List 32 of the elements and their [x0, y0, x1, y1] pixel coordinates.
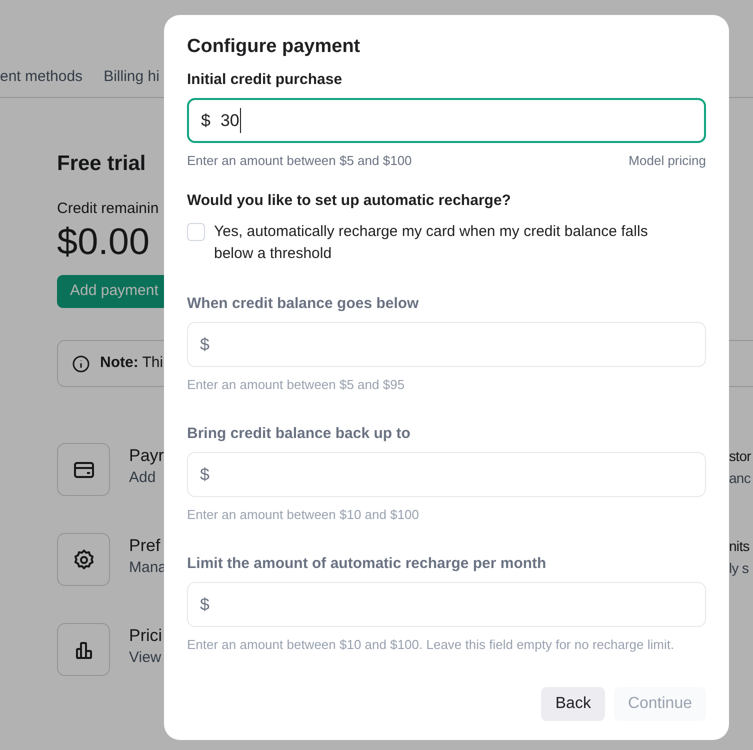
- field-label: Bring credit balance back up to: [187, 424, 412, 444]
- info-icon: [72, 354, 90, 372]
- field-hint: Enter an amount between $5 and $100: [187, 152, 412, 170]
- card-subtitle: ly s: [729, 559, 750, 578]
- note-text: Note: Thi: [100, 353, 164, 374]
- card-subtitle: anc: [729, 469, 751, 488]
- field-hint: Enter an amount between $10 and $100. Leave this field empty for no recharge limit.: [187, 636, 676, 654]
- credit-amount: $0.00: [57, 220, 151, 264]
- section-question: Would you like to set up automatic recharge?: [187, 191, 512, 211]
- checkbox-label[interactable]: Yes, automatically recharge my card when my credit balance falls below a threshold: [214, 221, 684, 265]
- card-title: Payr: [129, 445, 164, 467]
- card-title: Prici: [129, 625, 162, 647]
- page-title: Free trial: [57, 151, 147, 177]
- dialog-title: Configure payment: [187, 35, 362, 59]
- field-label: Initial credit purchase: [187, 70, 344, 90]
- field-hint: Enter an amount between $5 and $95: [187, 376, 406, 394]
- card-title: nits: [729, 537, 750, 556]
- model-pricing-link[interactable]: Model pricing: [628, 152, 706, 170]
- back-button[interactable]: Back: [541, 687, 605, 721]
- field-hint: Enter an amount between $10 and $100: [187, 506, 420, 524]
- card-title: Pref: [129, 535, 162, 557]
- field-label: Limit the amount of automatic recharge per month: [187, 554, 548, 574]
- nav-tab[interactable]: Billing hi: [104, 66, 160, 97]
- checkbox[interactable]: [187, 223, 205, 241]
- field-label: When credit balance goes below: [187, 294, 420, 314]
- amount-field[interactable]: $ 30: [187, 98, 706, 143]
- credit-label: Credit remainin: [57, 198, 160, 218]
- card-title: stor: [729, 447, 751, 466]
- settings-icon: [72, 548, 96, 572]
- card-subtitle: View: [129, 648, 162, 668]
- card-subtitle: Add: [129, 468, 157, 488]
- nav-tab[interactable]: ent methods: [0, 66, 83, 97]
